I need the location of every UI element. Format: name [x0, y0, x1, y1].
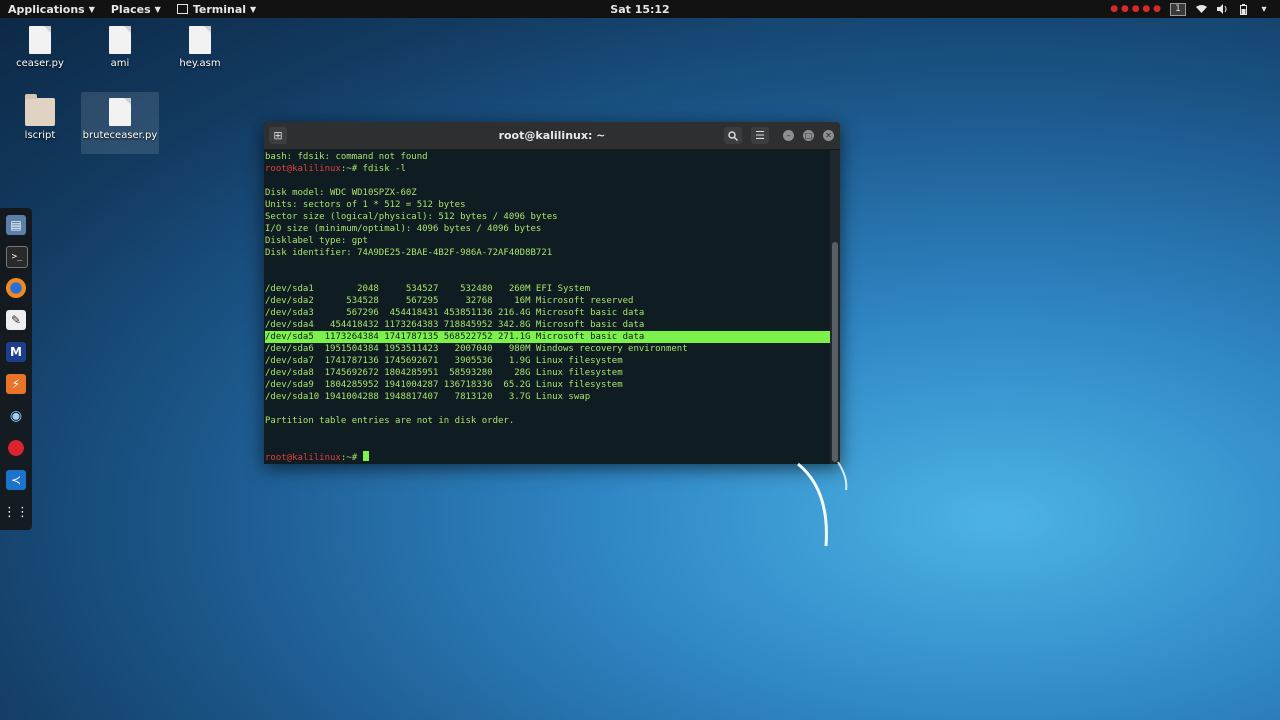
text-editor-icon[interactable]: ✎ [6, 310, 26, 330]
terminal-menu-label: Terminal [192, 2, 247, 16]
close-icon[interactable]: ✕ [823, 130, 834, 141]
desktop-icon-label: bruteceaser.py [82, 130, 158, 141]
desktop-file-hey-asm[interactable]: hey.asm [161, 26, 239, 72]
prompt-path: :~# [340, 164, 363, 174]
prompt-user: root@kalilinux [265, 453, 341, 463]
output-line: Disk identifier: 74A9DE25-2BAE-4B2F-986A… [265, 248, 553, 258]
dock: ▤ >_ ✎ M ⚡ ◉ ≺ ⋮⋮ [0, 208, 32, 530]
partition-row: /dev/sda3 567296 454418431 453851136 216… [265, 308, 645, 318]
chevron-down-icon: ▼ [250, 4, 257, 14]
clock-label: Sat 15:12 [610, 2, 670, 16]
output-line: Sector size (logical/physical): 512 byte… [265, 212, 558, 222]
eye-icon[interactable]: ◉ [6, 406, 26, 426]
partition-row: /dev/sda4 454418432 1173264383 718845952… [265, 320, 645, 330]
terminal-titlebar[interactable]: ⊞ root@kalilinux: ~ ☰ – □ ✕ [264, 122, 840, 150]
output-line: Units: sectors of 1 * 512 = 512 bytes [265, 200, 466, 210]
firefox-icon[interactable] [6, 278, 26, 298]
text-file-icon [189, 26, 211, 54]
desktop-icon-label: lscript [24, 130, 56, 141]
desktop-icon-label: hey.asm [179, 58, 221, 69]
output-line: Disk model: WDC WD10SPZX-60Z [265, 188, 417, 198]
text-cursor [362, 451, 369, 461]
text-file-icon [29, 26, 51, 54]
places-menu[interactable]: Places ▼ [103, 0, 169, 18]
applications-menu[interactable]: Applications ▼ [0, 0, 103, 18]
kali-dragon-decoration [797, 461, 848, 547]
command-text: fdisk -l [362, 164, 406, 174]
wifi-icon[interactable] [1195, 3, 1207, 15]
active-prompt-line[interactable]: root@kalilinux:~# [265, 451, 830, 463]
prompt-path: :~# [340, 453, 363, 463]
partition-row: /dev/sda10 1941004288 1948817407 7813120… [265, 392, 591, 402]
terminal-app-menu[interactable]: Terminal ▼ [169, 0, 264, 18]
folder-icon [25, 94, 55, 126]
recording-indicator: ● ● ● ● ● [1110, 4, 1161, 14]
desktop-file-ami[interactable]: ami [81, 26, 159, 72]
volume-icon[interactable] [1216, 3, 1228, 15]
burpsuite-icon[interactable]: ⚡ [6, 374, 26, 394]
desktop-folder-lscript[interactable]: lscript [1, 94, 79, 144]
show-apps-icon[interactable]: ⋮⋮ [3, 502, 29, 522]
terminal-output[interactable]: bash: fdsik: command not found root@kali… [264, 150, 830, 464]
partition-row: /dev/sda8 1745692672 1804285951 58593280… [265, 368, 623, 378]
terminal-icon[interactable]: >_ [6, 246, 28, 268]
output-line: Disklabel type: gpt [265, 236, 368, 246]
prompt-user: root@kalilinux [265, 164, 341, 174]
chevron-down-icon: ▼ [88, 4, 95, 14]
terminal-small-icon [176, 4, 188, 14]
partition-row: /dev/sda6 1951504384 1953511423 2007040 … [265, 344, 688, 354]
applications-label: Applications [8, 2, 85, 16]
vscode-icon[interactable]: ≺ [6, 470, 26, 490]
text-file-icon [109, 98, 131, 126]
scrollbar-thumb[interactable] [832, 242, 838, 462]
cherrytree-icon[interactable] [6, 438, 26, 458]
hamburger-menu-icon[interactable]: ☰ [751, 127, 769, 144]
desktop-file-ceaser-py[interactable]: ceaser.py [1, 26, 79, 72]
output-line: Partition table entries are not in disk … [265, 416, 515, 426]
partition-row: /dev/sda1 2048 534527 532480 260M EFI Sy… [265, 284, 591, 294]
command-line: root@kalilinux:~# fdisk -l [265, 163, 830, 175]
places-label: Places [110, 2, 151, 16]
terminal-scrollbar[interactable] [830, 150, 840, 464]
partition-row: /dev/sda2 534528 567295 32768 16M Micros… [265, 296, 634, 306]
battery-icon[interactable] [1237, 3, 1249, 15]
output-line: I/O size (minimum/optimal): 4096 bytes /… [265, 224, 542, 234]
desktop-file-bruteceaser-py[interactable]: bruteceaser.py [81, 92, 159, 154]
output-line: bash: fdsik: command not found [265, 152, 428, 162]
search-icon[interactable] [724, 127, 742, 144]
partition-row-selected: /dev/sda5 1173264384 1741787135 56852275… [265, 331, 830, 343]
system-tray: ● ● ● ● ● 1 ▾ [1110, 0, 1270, 18]
text-file-icon [109, 26, 131, 54]
partition-row: /dev/sda9 1804285952 1941004287 13671833… [265, 380, 623, 390]
chevron-down-icon: ▼ [154, 4, 161, 14]
terminal-window: ⊞ root@kalilinux: ~ ☰ – □ ✕ bash: fdsik:… [264, 122, 840, 464]
maximize-icon[interactable]: □ [803, 130, 814, 141]
minimize-icon[interactable]: – [783, 130, 794, 141]
desktop-icon-label: ami [110, 58, 130, 69]
power-menu-icon[interactable]: ▾ [1258, 3, 1270, 15]
desktop-icon-label: ceaser.py [16, 58, 64, 69]
metasploit-icon[interactable]: M [6, 342, 26, 362]
top-panel: Applications ▼ Places ▼ Terminal ▼ Sat 1… [0, 0, 1280, 18]
files-icon[interactable]: ▤ [6, 215, 26, 235]
partition-row: /dev/sda7 1741787136 1745692671 3905536 … [265, 356, 623, 366]
workspace-indicator[interactable]: 1 [1170, 2, 1186, 16]
